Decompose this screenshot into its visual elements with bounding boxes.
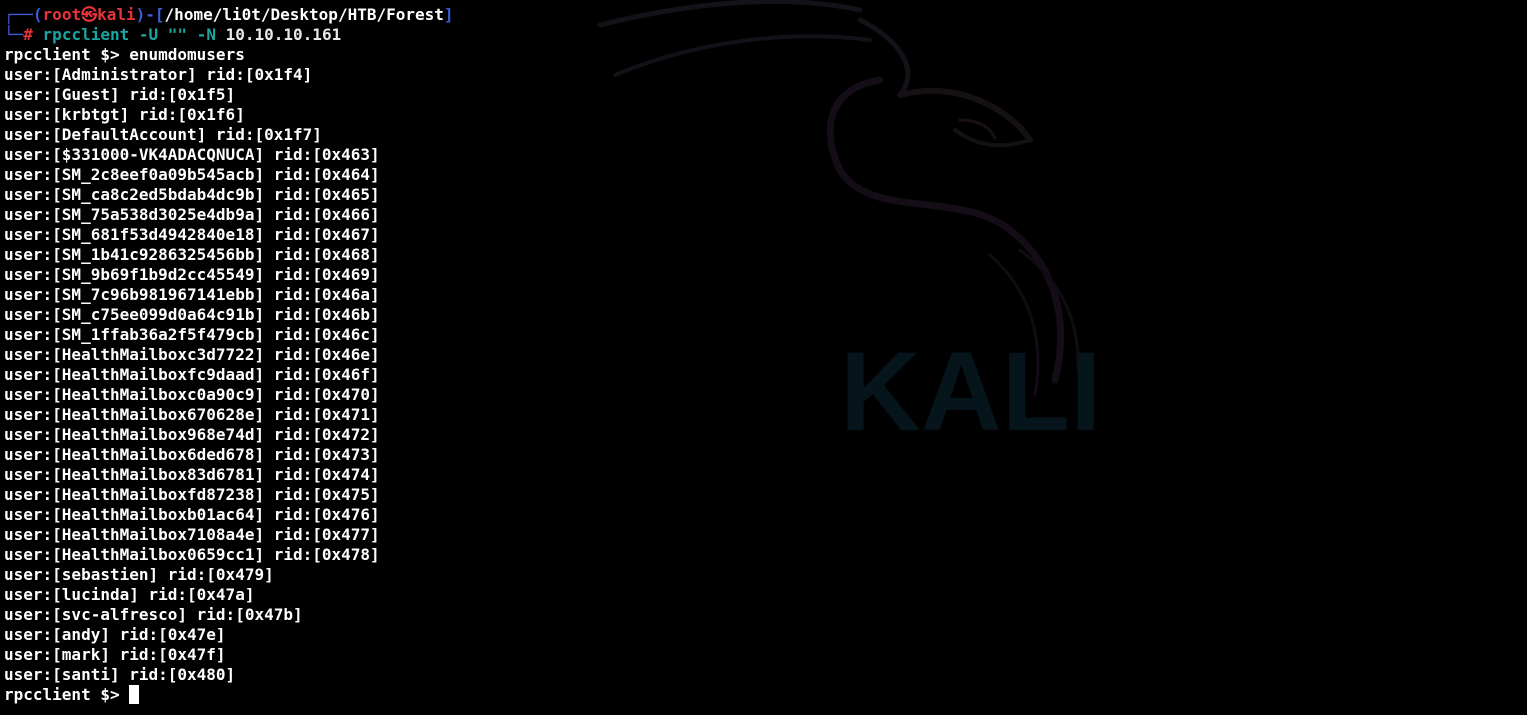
output-line: user:[SM_681f53d4942840e18] rid:[0x467] [4, 225, 380, 244]
prompt-user: root [42, 5, 82, 24]
terminal-window[interactable]: KALI ┌──(root㉿kali)-[/home/li0t/Desktop/… [0, 0, 1527, 715]
terminal-cursor[interactable] [129, 685, 140, 704]
prompt-header-line: ┌──(root㉿kali)-[/home/li0t/Desktop/HTB/F… [4, 5, 454, 25]
output-line: user:[HealthMailbox0659cc1] rid:[0x478] [4, 545, 380, 564]
command-line: └─# rpcclient -U "" -N 10.10.10.161 [4, 25, 454, 45]
output-line: user:[Administrator] rid:[0x1f4] [4, 65, 313, 84]
output-line: user:[SM_1b41c9286325456bb] rid:[0x468] [4, 245, 380, 264]
prompt-frame-bottom: └─ [4, 25, 24, 44]
output-line: user:[SM_ca8c2ed5bdab4dc9b] rid:[0x465] [4, 185, 380, 204]
output-line: user:[HealthMailbox6ded678] rid:[0x473] [4, 445, 380, 464]
output-line: user:[SM_c75ee099d0a64c91b] rid:[0x46b] [4, 305, 380, 324]
prompt-frame-top: ┌── [4, 5, 33, 24]
prompt-paren-open: ( [32, 5, 43, 24]
output-line: user:[santi] rid:[0x480] [4, 665, 236, 684]
rpc-input-line[interactable]: rpcclient $> [4, 685, 454, 705]
rpc-prompt-current: rpcclient $> [4, 685, 120, 704]
command-flag-u: -U [138, 25, 159, 44]
output-line: user:[HealthMailboxfc9daad] rid:[0x46f] [4, 365, 380, 384]
output-line: user:[svc-alfresco] rid:[0x47b] [4, 605, 303, 624]
output-line: user:[HealthMailbox83d6781] rid:[0x474] [4, 465, 380, 484]
output-line: user:[SM_75a538d3025e4db9a] rid:[0x466] [4, 205, 380, 224]
output-line: user:[DefaultAccount] rid:[0x1f7] [4, 125, 322, 144]
prompt-hash: # [23, 25, 33, 44]
output-line: user:[SM_9b69f1b9d2cc45549] rid:[0x469] [4, 265, 380, 284]
rpc-command-line: rpcclient $> enumdomusers [4, 45, 454, 65]
output-line: user:[SM_7c96b981967141ebb] rid:[0x46a] [4, 285, 380, 304]
output-line: user:[HealthMailbox968e74d] rid:[0x472] [4, 425, 380, 444]
command-name: rpcclient [42, 25, 130, 44]
prompt-path: /home/li0t/Desktop/HTB/Forest [164, 5, 444, 24]
command-target: 10.10.10.161 [225, 25, 342, 44]
output-line: user:[$331000-VK4ADACQNUCA] rid:[0x463] [4, 145, 380, 164]
output-line: user:[HealthMailboxc3d7722] rid:[0x46e] [4, 345, 380, 364]
output-line: user:[sebastien] rid:[0x479] [4, 565, 274, 584]
output-line: user:[HealthMailboxfd87238] rid:[0x475] [4, 485, 380, 504]
command-empty-arg: "" [167, 25, 188, 44]
rpc-command: enumdomusers [129, 45, 245, 64]
terminal-output: ┌──(root㉿kali)-[/home/li0t/Desktop/HTB/F… [4, 5, 454, 705]
kali-logo-text: KALI [840, 329, 1101, 454]
output-line: user:[Guest] rid:[0x1f5] [4, 85, 236, 104]
output-line: user:[krbtgt] rid:[0x1f6] [4, 105, 245, 124]
output-line: user:[SM_1ffab36a2f5f479cb] rid:[0x46c] [4, 325, 380, 344]
output-line: user:[HealthMailbox7108a4e] rid:[0x477] [4, 525, 380, 544]
prompt-path-open: [ [154, 5, 165, 24]
prompt-dash: - [145, 5, 155, 24]
output-line: user:[HealthMailboxb01ac64] rid:[0x476] [4, 505, 380, 524]
prompt-paren-close: ) [135, 5, 146, 24]
output-line: user:[HealthMailbox670628e] rid:[0x471] [4, 405, 380, 424]
output-line: user:[andy] rid:[0x47e] [4, 625, 226, 644]
output-line: user:[lucinda] rid:[0x47a] [4, 585, 255, 604]
prompt-host: kali [97, 5, 136, 24]
command-flag-n: -N [196, 25, 216, 44]
output-line: user:[mark] rid:[0x47f] [4, 645, 226, 664]
skull-icon: ㉿ [81, 5, 98, 24]
output-line: user:[HealthMailboxc0a90c9] rid:[0x470] [4, 385, 380, 404]
output-line: user:[SM_2c8eef0a09b545acb] rid:[0x464] [4, 165, 380, 184]
prompt-path-close: ] [443, 5, 454, 24]
rpc-prompt: rpcclient $> [4, 45, 120, 64]
